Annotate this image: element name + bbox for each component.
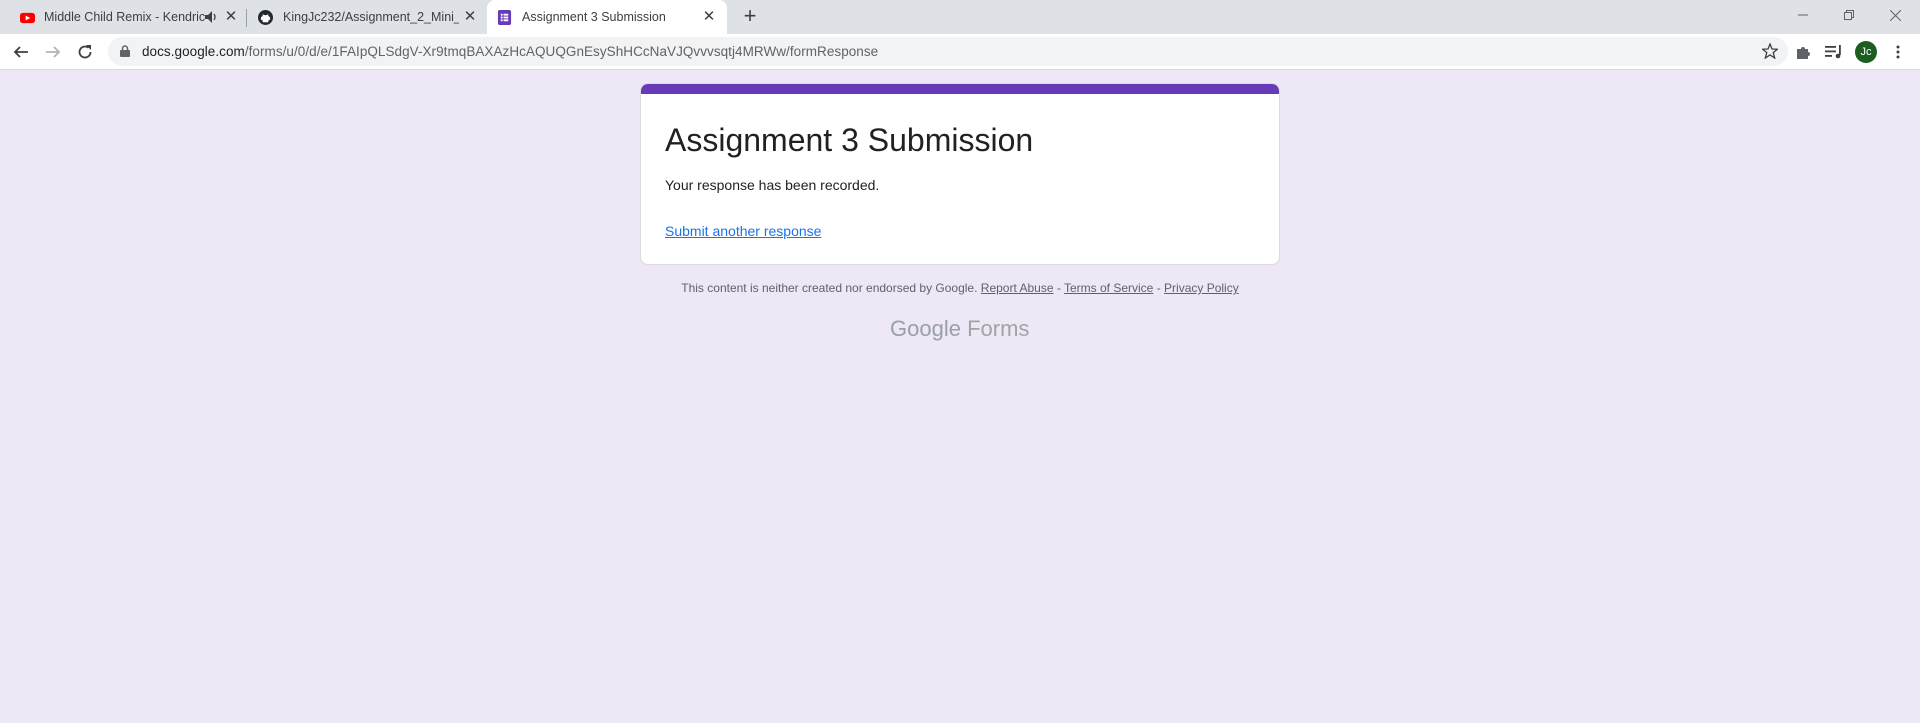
forms-wordmark: Forms — [967, 316, 1030, 341]
tab-forms-active[interactable]: Assignment 3 Submission ✕ — [487, 0, 727, 34]
tab-youtube[interactable]: Middle Child Remix - Kendric ✕ — [0, 0, 240, 34]
google-wordmark: Google — [890, 316, 961, 341]
tab-title: KingJc232/Assignment_2_Mini_To — [283, 10, 459, 24]
tab-github[interactable]: KingJc232/Assignment_2_Mini_To ✕ — [240, 0, 480, 34]
tab-title: Assignment 3 Submission — [522, 10, 666, 24]
close-tab-icon[interactable]: ✕ — [462, 9, 478, 25]
footer-separator: - — [1156, 281, 1161, 295]
close-tab-icon[interactable]: ✕ — [223, 9, 239, 25]
form-accent-bar — [641, 84, 1279, 94]
extensions-puzzle-icon[interactable] — [1793, 42, 1813, 62]
footer-disclaimer: This content is neither created nor endo… — [681, 281, 978, 295]
terms-of-service-link[interactable]: Terms of Service — [1064, 281, 1153, 295]
submit-another-response-link[interactable]: Submit another response — [665, 223, 821, 239]
github-icon — [258, 10, 273, 25]
profile-avatar[interactable]: Jc — [1855, 41, 1877, 63]
back-icon[interactable] — [9, 40, 33, 64]
youtube-icon — [20, 12, 35, 24]
reload-icon[interactable] — [73, 40, 97, 64]
media-queue-icon[interactable] — [1824, 42, 1844, 62]
new-tab-icon[interactable]: + — [738, 5, 762, 29]
browser-toolbar: docs.google.com/forms/u/0/d/e/1FAIpQLSdg… — [0, 34, 1920, 70]
close-window-icon[interactable] — [1872, 0, 1918, 30]
tab-title: Middle Child Remix - Kendric — [44, 10, 206, 24]
google-forms-icon — [497, 10, 512, 25]
audio-playing-icon[interactable] — [205, 11, 218, 23]
url-text[interactable]: docs.google.com/forms/u/0/d/e/1FAIpQLSdg… — [142, 44, 878, 59]
url-host: docs.google.com — [142, 44, 245, 59]
report-abuse-link[interactable]: Report Abuse — [981, 281, 1054, 295]
form-title: Assignment 3 Submission — [665, 122, 1034, 158]
google-forms-logo[interactable]: Google Forms — [890, 316, 1029, 342]
more-options-icon[interactable] — [1888, 42, 1908, 62]
form-footer: This content is neither created nor endo… — [640, 281, 1280, 295]
forward-icon[interactable] — [41, 40, 65, 64]
footer-separator: - — [1056, 281, 1061, 295]
minimize-icon[interactable] — [1780, 0, 1826, 30]
close-tab-icon[interactable]: ✕ — [701, 9, 717, 25]
bookmark-star-icon[interactable] — [1762, 43, 1778, 59]
lock-icon[interactable] — [120, 45, 130, 57]
address-bar[interactable]: docs.google.com/forms/u/0/d/e/1FAIpQLSdg… — [108, 37, 1788, 66]
confirmation-message: Your response has been recorded. — [665, 177, 880, 193]
tab-strip: Middle Child Remix - Kendric ✕ KingJc232… — [0, 0, 1920, 34]
restore-icon[interactable] — [1826, 0, 1872, 30]
url-path: /forms/u/0/d/e/1FAIpQLSdgV-Xr9tmqBAXAzHc… — [244, 44, 879, 59]
form-confirmation-card: Assignment 3 Submission Your response ha… — [640, 83, 1280, 265]
privacy-policy-link[interactable]: Privacy Policy — [1164, 281, 1239, 295]
